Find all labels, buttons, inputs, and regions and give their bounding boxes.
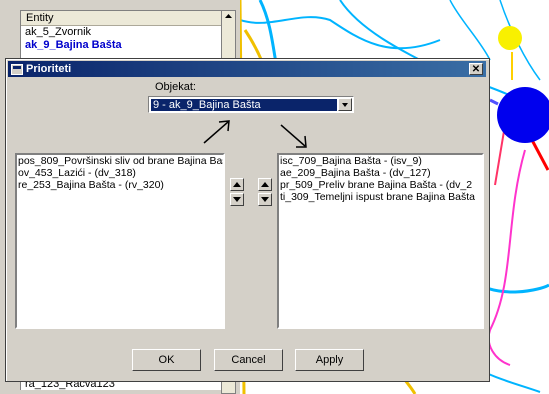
right-move-down-button[interactable]	[258, 193, 272, 206]
entity-item-selected[interactable]: ak_9_Bajina Bašta	[21, 39, 221, 52]
ok-button[interactable]: OK	[132, 349, 201, 371]
list-item[interactable]: pos_809_Površinski sliv od brane Bajina …	[17, 155, 223, 167]
arrow-down-icon	[261, 197, 269, 202]
priorities-dialog: Prioriteti ✕ Objekat: 9 - ak_9_Bajina Ba…	[5, 58, 490, 382]
left-move-down-button[interactable]	[230, 193, 244, 206]
arrow-southeast-icon	[280, 124, 307, 148]
list-item[interactable]: isc_709_Bajina Bašta - (isv_9)	[279, 155, 482, 167]
entity-list-scrollbar[interactable]	[221, 10, 236, 62]
entity-list-header: Entity	[21, 11, 221, 26]
apply-button[interactable]: Apply	[295, 349, 364, 371]
arrow-up-icon	[261, 182, 269, 187]
dropdown-arrow-icon[interactable]	[338, 98, 352, 111]
dialog-title: Prioriteti	[26, 63, 72, 75]
left-move-up-button[interactable]	[230, 178, 244, 191]
app-icon	[11, 64, 23, 75]
list-item[interactable]: ov_453_Lazići - (dv_318)	[17, 167, 223, 179]
entity-list[interactable]: Entity ak_5_Zvornik ak_9_Bajina Bašta	[20, 10, 222, 64]
arrow-northeast-icon	[203, 120, 230, 144]
right-list[interactable]: isc_709_Bajina Bašta - (isv_9) ae_209_Ba…	[277, 153, 484, 329]
right-move-up-button[interactable]	[258, 178, 272, 191]
object-label: Objekat:	[155, 81, 196, 93]
list-item[interactable]: re_253_Bajina Bašta - (rv_320)	[17, 179, 223, 191]
object-select-value: 9 - ak_9_Bajina Bašta	[151, 99, 337, 111]
object-select[interactable]: 9 - ak_9_Bajina Bašta	[148, 96, 354, 113]
arrow-up-icon	[225, 14, 232, 18]
list-item[interactable]: pr_509_Preliv brane Bajina Bašta - (dv_2	[279, 179, 482, 191]
dialog-titlebar[interactable]: Prioriteti ✕	[8, 61, 486, 77]
entity-item[interactable]: ak_5_Zvornik	[21, 26, 221, 39]
arrow-down-icon	[233, 197, 241, 202]
list-item[interactable]: ti_309_Temeljni ispust brane Bajina Bašt…	[279, 191, 482, 203]
left-list[interactable]: pos_809_Površinski sliv od brane Bajina …	[15, 153, 225, 329]
arrow-up-icon	[233, 182, 241, 187]
close-button[interactable]: ✕	[469, 63, 483, 75]
list-item[interactable]: ae_209_Bajina Bašta - (dv_127)	[279, 167, 482, 179]
cancel-button[interactable]: Cancel	[214, 349, 283, 371]
